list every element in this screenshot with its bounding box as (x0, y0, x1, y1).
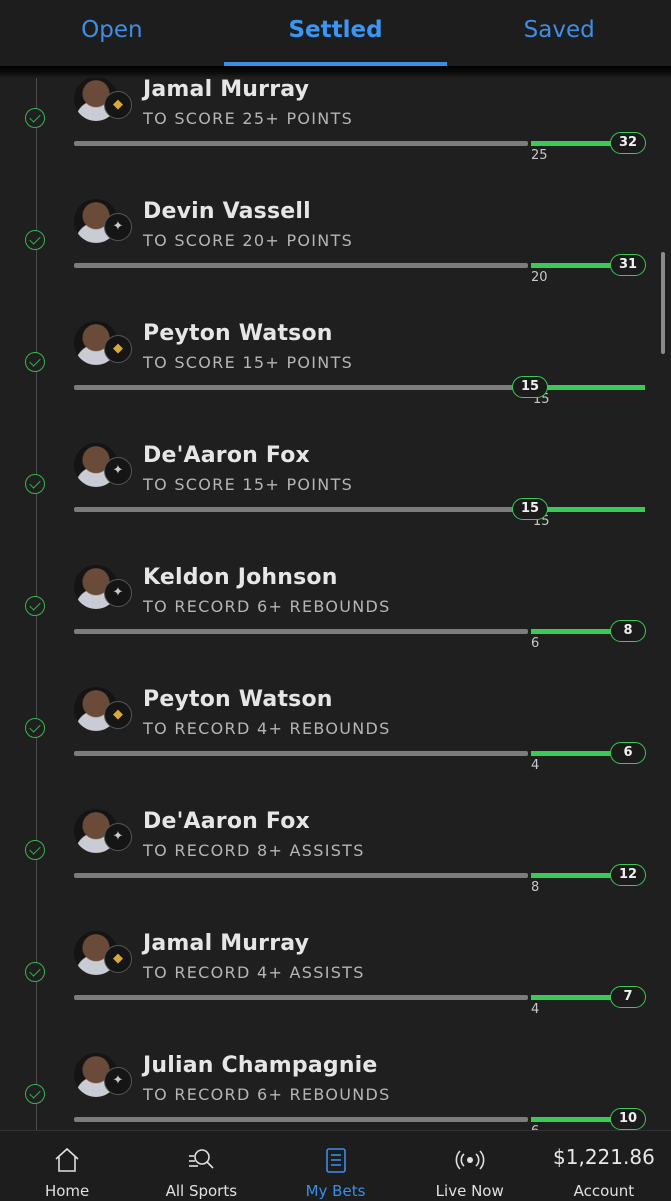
line-threshold-label: 6 (531, 636, 540, 651)
player-name: Peyton Watson (143, 321, 333, 346)
bet-leg-row[interactable]: ✦ Keldon Johnson TO RECORD 6+ REBOUNDS 6 8 (0, 558, 671, 680)
live-broadcast-icon (455, 1150, 485, 1170)
nav-my-bets[interactable]: My Bets (268, 1131, 402, 1201)
bet-market: TO RECORD 4+ ASSISTS (143, 963, 365, 982)
tab-saved[interactable]: Saved (447, 0, 671, 66)
settled-check-icon (25, 108, 45, 128)
progress-track (74, 1117, 528, 1122)
denver-logo-icon: ◆ (104, 91, 132, 119)
bet-slip-icon (325, 1148, 346, 1173)
spurs-logo-icon: ✦ (104, 457, 132, 485)
player-name: Jamal Murray (143, 78, 310, 102)
line-threshold-label: 20 (531, 270, 548, 285)
nav-account[interactable]: $1,221.86 Account (537, 1131, 671, 1201)
scrollbar[interactable] (661, 252, 665, 354)
settled-check-icon (25, 1084, 45, 1104)
bet-market: TO RECORD 4+ REBOUNDS (143, 719, 391, 738)
spurs-logo-icon: ✦ (104, 823, 132, 851)
progress-track (74, 873, 528, 878)
settled-check-icon (25, 840, 45, 860)
denver-logo-icon: ◆ (104, 701, 132, 729)
line-threshold-label: 8 (531, 880, 540, 895)
result-value-pill: 6 (610, 742, 646, 764)
result-value-pill: 12 (610, 864, 646, 886)
bet-leg-row[interactable]: ◆ Jamal Murray TO RECORD 4+ ASSISTS 4 7 (0, 924, 671, 1046)
bet-leg-row[interactable]: ◆ Jamal Murray TO SCORE 25+ POINTS 25 32 (0, 78, 671, 192)
bets-tab-bar: Open Settled Saved (0, 0, 671, 66)
nav-my-bets-label: My Bets (305, 1182, 366, 1200)
nav-live-now[interactable]: Live Now (403, 1131, 537, 1201)
progress-track (74, 263, 528, 268)
tab-open[interactable]: Open (0, 0, 224, 66)
bet-market: TO RECORD 6+ REBOUNDS (143, 1085, 391, 1104)
result-value-pill: 10 (610, 1108, 646, 1130)
settled-check-icon (25, 596, 45, 616)
nav-account-label: Account (573, 1182, 635, 1200)
settled-check-icon (25, 962, 45, 982)
result-value-pill: 7 (610, 986, 646, 1008)
progress-track (74, 629, 528, 634)
denver-logo-icon: ◆ (104, 335, 132, 363)
result-value-pill: 15 (512, 498, 548, 520)
settled-check-icon (25, 230, 45, 250)
bet-leg-row[interactable]: ✦ De'Aaron Fox TO SCORE 15+ POINTS 15 15 (0, 436, 671, 558)
nav-live-now-label: Live Now (435, 1182, 504, 1200)
line-threshold-label: 4 (531, 758, 540, 773)
tab-bar-shadow (0, 66, 671, 78)
bet-market: TO RECORD 6+ REBOUNDS (143, 597, 391, 616)
player-name: Keldon Johnson (143, 565, 338, 590)
denver-logo-icon: ◆ (104, 945, 132, 973)
progress-track (74, 141, 528, 146)
spurs-logo-icon: ✦ (104, 213, 132, 241)
search-icon (189, 1149, 214, 1169)
progress-track (74, 385, 514, 390)
result-value-pill: 15 (512, 376, 548, 398)
settled-check-icon (25, 352, 45, 372)
nav-home-label: Home (44, 1182, 90, 1200)
nav-all-sports-label: All Sports (165, 1182, 238, 1200)
bet-market: TO SCORE 15+ POINTS (143, 475, 354, 494)
result-value-pill: 31 (610, 254, 646, 276)
player-name: De'Aaron Fox (143, 443, 310, 468)
bet-leg-row[interactable]: ✦Julian ChampagnieTO RECORD 6+ REBOUNDS6… (0, 1046, 671, 1130)
nav-all-sports[interactable]: All Sports (134, 1131, 268, 1201)
home-icon (55, 1147, 79, 1172)
player-name: Julian Champagnie (143, 1053, 378, 1078)
bet-leg-row[interactable]: ✦ De'Aaron Fox TO RECORD 8+ ASSISTS 8 12 (0, 802, 671, 924)
line-threshold-label: 4 (531, 1002, 540, 1017)
bet-market: TO SCORE 25+ POINTS (143, 109, 354, 128)
progress-track (74, 751, 528, 756)
player-name: Devin Vassell (143, 199, 311, 224)
spurs-logo-icon: ✦ (104, 1067, 132, 1095)
account-balance: $1,221.86 (553, 1145, 655, 1169)
player-name: De'Aaron Fox (143, 809, 310, 834)
player-name: Peyton Watson (143, 687, 333, 712)
settled-check-icon (25, 474, 45, 494)
bet-leg-row[interactable]: ◆ Peyton Watson TO RECORD 4+ REBOUNDS 4 6 (0, 680, 671, 802)
bet-market: TO SCORE 15+ POINTS (143, 353, 354, 372)
nav-home[interactable]: Home (0, 1131, 134, 1201)
spurs-logo-icon: ✦ (104, 579, 132, 607)
result-value-pill: 8 (610, 620, 646, 642)
player-name: Jamal Murray (143, 931, 310, 956)
bet-leg-row[interactable]: ✦ Devin Vassell TO SCORE 20+ POINTS 20 31 (0, 192, 671, 314)
bet-market: TO SCORE 20+ POINTS (143, 231, 354, 250)
bottom-nav: Home All Sports My Bets Live Now $1,221.… (0, 1130, 671, 1201)
progress-track (74, 507, 514, 512)
line-threshold-label: 25 (531, 148, 548, 163)
progress-track (74, 995, 528, 1000)
settled-check-icon (25, 718, 45, 738)
bet-market: TO RECORD 8+ ASSISTS (143, 841, 365, 860)
bet-leg-row[interactable]: ◆ Peyton Watson TO SCORE 15+ POINTS 15 15 (0, 314, 671, 436)
result-value-pill: 32 (610, 132, 646, 154)
tab-settled[interactable]: Settled (223, 0, 448, 66)
settled-bet-legs-list[interactable]: ◆ Jamal Murray TO SCORE 25+ POINTS 25 32 ✦ Dev… (0, 78, 671, 1130)
